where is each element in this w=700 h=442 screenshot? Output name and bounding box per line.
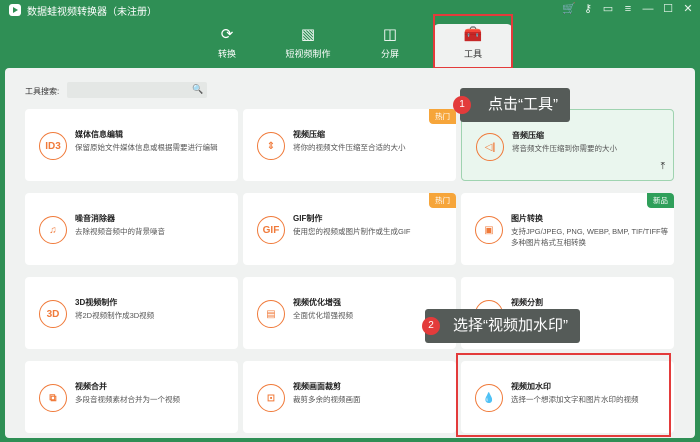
tab-convert[interactable]: ⟳ 转换 (187, 24, 267, 68)
merge-icon: ⧉ (39, 384, 67, 412)
tools-tab-highlight (433, 14, 513, 69)
cart-icon[interactable]: 🛒 (562, 2, 576, 16)
convert-icon: ⟳ (220, 26, 234, 43)
crop-icon: ⊡ (257, 384, 285, 412)
gif-icon: GIF (257, 216, 285, 244)
step-number-1: 1 (453, 96, 471, 114)
hot-badge: 热门 (429, 193, 456, 208)
app-title: 数据蛙视频转换器（未注册） (27, 7, 157, 18)
main-tabs: ⟳ 转换 ▧ 短视频制作 ◫ 分屏 🧰 工具 (0, 20, 700, 68)
image-icon: ▧ (300, 26, 316, 43)
hot-badge: 热门 (429, 109, 456, 124)
id3-icon: ID3 (39, 132, 67, 160)
tool-card-noise-remover[interactable]: ♫ 噪音消除器 去除视频音频中的背景噪音 (25, 193, 238, 265)
close-icon[interactable]: ✕ (682, 2, 694, 16)
tab-short-video[interactable]: ▧ 短视频制作 (268, 24, 348, 68)
tool-card-video-compress[interactable]: 热门 ⇕ 视频压缩 将你的视频文件压缩至合适的大小 (243, 109, 456, 181)
maximize-icon[interactable]: ☐ (662, 2, 674, 16)
search-icon[interactable]: 🔍 (192, 84, 203, 95)
tool-card-media-info[interactable]: ID3 媒体信息编辑 保留原始文件媒体信息或根据需要进行编辑 (25, 109, 238, 181)
chat-icon[interactable]: ▭ (602, 2, 614, 16)
compress-icon: ⇕ (257, 132, 285, 160)
menu-icon[interactable]: ≡ (622, 2, 634, 16)
callout-step-2: 选择“视频加水印” (425, 309, 580, 343)
app-logo-icon (9, 4, 21, 16)
key-icon[interactable]: ⚷ (582, 2, 594, 16)
audio-compress-icon: ◁| (476, 133, 504, 161)
image-convert-icon: ▣ (475, 216, 503, 244)
step-number-2: 2 (422, 317, 440, 335)
search-label: 工具搜索: (25, 87, 60, 96)
3d-icon: 3D (39, 300, 67, 328)
minimize-icon[interactable]: — (642, 2, 654, 16)
split-icon: ◫ (382, 26, 398, 43)
tool-card-3d-maker[interactable]: 3D 3D视频制作 将2D视频制作成3D视频 (25, 277, 238, 349)
tool-card-video-merge[interactable]: ⧉ 视频合并 多段音视频素材合并为一个视频 (25, 361, 238, 433)
enhance-icon: ▤ (257, 300, 285, 328)
new-badge: 新品 (647, 193, 674, 208)
tool-card-video-crop[interactable]: ⊡ 视频画面裁剪 裁剪多余的视频画面 (243, 361, 456, 433)
title-bar: 数据蛙视频转换器（未注册） 🛒 ⚷ ▭ ≡ — ☐ ✕ (0, 0, 700, 20)
window-controls: 🛒 ⚷ ▭ ≡ — ☐ ✕ (562, 2, 694, 16)
search-input[interactable] (67, 82, 207, 98)
tool-card-image-convert[interactable]: 新品 ▣ 图片转换 支持JPG/JPEG, PNG, WEBP, BMP, TI… (461, 193, 674, 265)
noise-icon: ♫ (39, 216, 67, 244)
callout-step-1: 点击“工具” (460, 88, 570, 122)
watermark-card-highlight (456, 353, 671, 437)
scroll-top-icon[interactable]: ⤒ (661, 161, 665, 172)
tool-card-gif-maker[interactable]: 热门 GIF GIF制作 使用您的视频或图片制作或生成GIF (243, 193, 456, 265)
tab-split-screen[interactable]: ◫ 分屏 (350, 24, 430, 68)
